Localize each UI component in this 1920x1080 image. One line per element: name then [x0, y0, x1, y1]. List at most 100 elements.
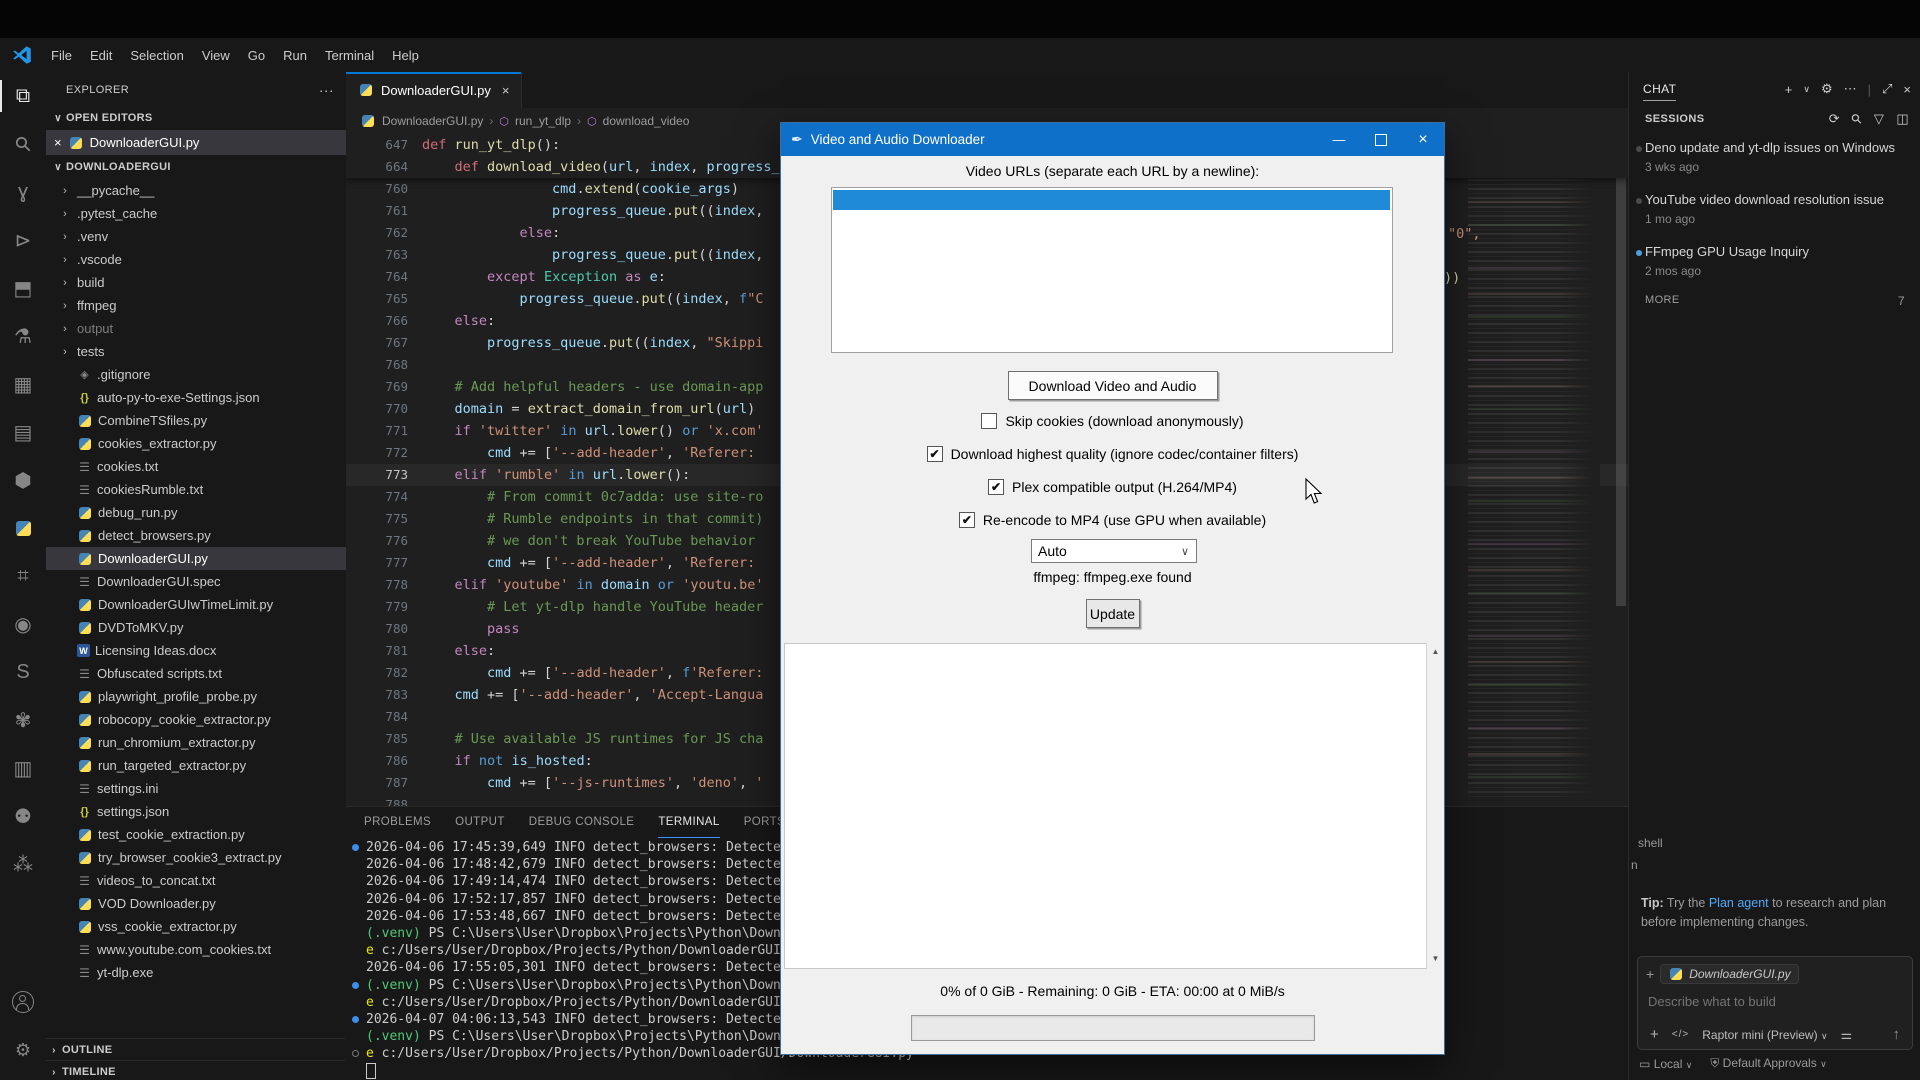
scroll-down-icon[interactable]: ▼	[1427, 950, 1444, 967]
tree-item[interactable]: {} auto-py-to-exe-Settings.json	[46, 386, 346, 409]
activity-svelte-ext-icon[interactable]: S	[0, 648, 46, 696]
open-editor-icon[interactable]: ⤢	[1882, 81, 1892, 97]
tree-item[interactable]: VOD Downloader.py	[46, 892, 346, 915]
tab-downloadergui[interactable]: DownloaderGUI.py ×	[346, 72, 523, 108]
chat-tab[interactable]: CHAT	[1643, 82, 1677, 101]
new-chat-dropdown-icon[interactable]: ∨	[1803, 84, 1810, 95]
activity-source-control-icon[interactable]: ɣ	[0, 168, 46, 216]
model-picker[interactable]: Raptor mini (Preview) ∨	[1702, 1028, 1827, 1042]
checkbox-row[interactable]: Skip cookies (download anonymously)	[781, 413, 1444, 429]
log-listbox[interactable]	[784, 643, 1427, 969]
refresh-icon[interactable]: ⟳	[1829, 111, 1840, 127]
tree-item[interactable]: › build	[46, 271, 346, 294]
dialog-minimize-button[interactable]: —	[1318, 123, 1360, 156]
command-decoration[interactable]	[352, 844, 359, 851]
tab-close-icon[interactable]: ×	[502, 83, 510, 98]
update-button[interactable]: Update	[1085, 599, 1140, 628]
activity-remote-explorer-icon[interactable]: ⬒	[0, 264, 46, 312]
tree-item[interactable]: › .pytest_cache	[46, 202, 346, 225]
tree-item[interactable]: ☰ settings.ini	[46, 777, 346, 800]
activity-bug-reporter-icon[interactable]: ⚉	[0, 792, 46, 840]
activity-web-globe-icon[interactable]: ◉	[0, 600, 46, 648]
new-chat-icon[interactable]: +	[1785, 82, 1793, 97]
outline-section[interactable]: › OUTLINE	[46, 1038, 345, 1061]
session-item[interactable]: Deno update and yt-dlp issues on Windows…	[1629, 132, 1920, 184]
tree-item[interactable]: › __pycache__	[46, 179, 346, 202]
tree-item[interactable]: ☰ Obfuscated scripts.txt	[46, 662, 346, 685]
tree-item[interactable]: CombineTSfiles.py	[46, 409, 346, 432]
breadcrumb-item[interactable]: run_yt_dlp	[515, 114, 571, 128]
chat-settings-gear-icon[interactable]: ⚙	[1821, 81, 1833, 97]
tree-item[interactable]: › tests	[46, 340, 346, 363]
tree-item[interactable]: detect_browsers.py	[46, 524, 346, 547]
layout-icon[interactable]: ◫	[1896, 111, 1909, 127]
tree-item[interactable]: ☰ DownloaderGUI.spec	[46, 570, 346, 593]
activity-berry-ext-icon[interactable]: ✾	[0, 696, 46, 744]
menu-go[interactable]: Go	[239, 44, 274, 67]
tree-item[interactable]: ☰ cookiesRumble.txt	[46, 478, 346, 501]
command-decoration[interactable]	[352, 981, 359, 989]
sessions-more[interactable]: MORE 7	[1629, 288, 1920, 314]
accounts-icon[interactable]	[0, 978, 46, 1026]
gpu-combobox[interactable]: Auto ∨	[1031, 539, 1197, 563]
explorer-more-icon[interactable]: ···	[319, 82, 334, 98]
tune-sliders-icon[interactable]: ⚌	[1841, 1027, 1853, 1043]
tree-item[interactable]: DVDToMKV.py	[46, 616, 346, 639]
environment-picker[interactable]: ▭ Local ∨	[1639, 1057, 1692, 1071]
command-decoration[interactable]	[352, 1050, 359, 1058]
tree-item[interactable]: ◈ .gitignore	[46, 363, 346, 386]
menu-selection[interactable]: Selection	[121, 44, 192, 67]
checkbox-row[interactable]: ✔ Download highest quality (ignore codec/…	[781, 446, 1444, 462]
dialog-maximize-button[interactable]	[1360, 123, 1402, 156]
tree-item[interactable]: ☰ yt-dlp.exe	[46, 961, 346, 984]
tree-item[interactable]: W Licensing Ideas.docx	[46, 639, 346, 662]
tree-item[interactable]: › .vscode	[46, 248, 346, 271]
tree-item[interactable]: › ffmpeg	[46, 294, 346, 317]
attachment-chip[interactable]: DownloaderGUI.py	[1660, 964, 1799, 984]
sessions-header[interactable]: SESSIONS	[1645, 113, 1704, 125]
chat-close-icon[interactable]: ×	[1903, 82, 1911, 97]
tree-item[interactable]: debug_run.py	[46, 501, 346, 524]
tree-item[interactable]: playwright_profile_probe.py	[46, 685, 346, 708]
tree-item[interactable]: {} settings.json	[46, 800, 346, 823]
checkbox-checked[interactable]: ✔	[958, 512, 975, 528]
scroll-up-icon[interactable]: ▲	[1427, 643, 1444, 660]
panel-tab-problems[interactable]: PROBLEMS	[364, 807, 431, 837]
checkbox-checked[interactable]: ✔	[988, 479, 1005, 495]
tree-item[interactable]: DownloaderGUIwTimeLimit.py	[46, 593, 346, 616]
activity-package-box-icon[interactable]: ⬢	[0, 456, 46, 504]
activity-folder-view-icon[interactable]: ▤	[0, 408, 46, 456]
filter-icon[interactable]: ▽	[1874, 111, 1884, 127]
workspace-root-header[interactable]: ∨ DOWNLOADERGUI	[46, 155, 346, 179]
attach-plus-icon[interactable]: +	[1650, 1026, 1659, 1043]
open-editor-item[interactable]: × DownloaderGUI.py	[46, 130, 346, 155]
tree-item[interactable]: try_browser_cookie3_extract.py	[46, 846, 346, 869]
panel-tab-output[interactable]: OUTPUT	[455, 807, 505, 837]
log-scrollbar[interactable]: ▲ ▼	[1426, 643, 1444, 967]
tree-item[interactable]: robocopy_cookie_extractor.py	[46, 708, 346, 731]
checkbox-row[interactable]: ✔ Plex compatible output (H.264/MP4)	[781, 479, 1444, 495]
tree-item[interactable]: vss_cookie_extractor.py	[46, 915, 346, 938]
tree-item[interactable]: › output	[46, 317, 346, 340]
tree-item[interactable]: run_targeted_extractor.py	[46, 754, 346, 777]
tree-item[interactable]: ☰ videos_to_concat.txt	[46, 869, 346, 892]
chat-input-box[interactable]: + DownloaderGUI.py Describe what to buil…	[1637, 956, 1913, 1050]
search-sessions-icon[interactable]: ⚲	[1848, 110, 1866, 128]
timeline-section[interactable]: › TIMELINE	[46, 1060, 345, 1080]
menu-edit[interactable]: Edit	[81, 44, 121, 67]
activity-notebook-ext-icon[interactable]: ▥	[0, 744, 46, 792]
chat-more-icon[interactable]: ⋯	[1844, 81, 1857, 97]
command-decoration[interactable]	[352, 1015, 359, 1023]
plan-agent-link[interactable]: Plan agent	[1709, 896, 1769, 910]
menu-view[interactable]: View	[193, 44, 239, 67]
url-textarea[interactable]	[831, 187, 1393, 353]
tree-item[interactable]: › .venv	[46, 225, 346, 248]
close-icon[interactable]: ×	[54, 135, 62, 150]
panel-tab-ports[interactable]: PORTS	[744, 807, 785, 837]
open-editors-header[interactable]: ∨ OPEN EDITORS	[46, 106, 346, 130]
menu-terminal[interactable]: Terminal	[316, 44, 383, 67]
activity-octopus-ext-icon[interactable]: ⁂	[0, 840, 46, 888]
send-icon[interactable]: ↑	[1893, 1026, 1901, 1043]
code-tools-icon[interactable]: </>	[1672, 1029, 1689, 1040]
activity-python-env-icon[interactable]	[0, 504, 46, 552]
